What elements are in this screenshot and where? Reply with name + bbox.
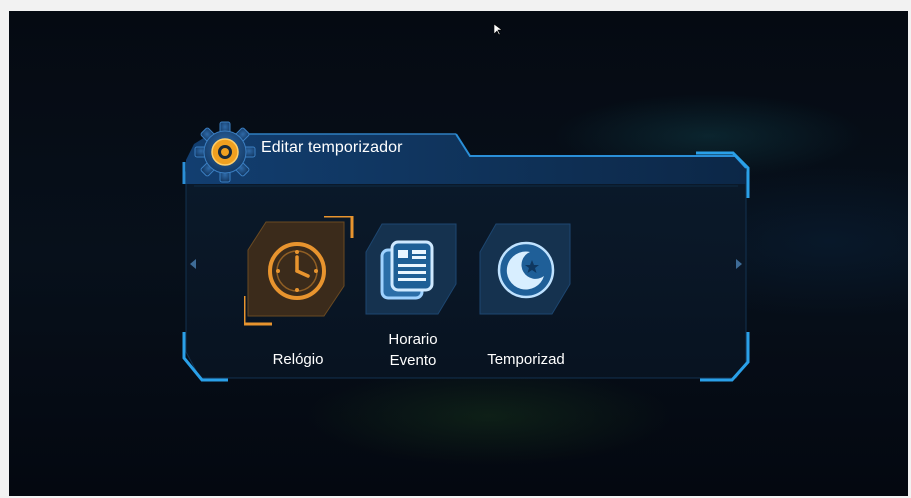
- menu-item-clock[interactable]: [244, 216, 354, 326]
- settings-gear-icon: [194, 121, 256, 183]
- mouse-cursor-icon: [494, 24, 502, 36]
- label-line-1: Horario: [388, 331, 438, 348]
- news-icon: [380, 240, 434, 300]
- label-line-2: Evento: [389, 352, 437, 369]
- menu-item-clock-label: Relógio: [272, 351, 324, 368]
- left-arrow-icon[interactable]: [188, 258, 198, 270]
- dialog-title: Editar temporizador: [261, 139, 403, 156]
- menu-item-event-schedule[interactable]: [364, 222, 474, 322]
- right-arrow-icon[interactable]: [734, 258, 744, 270]
- menu-item-timer-label: Temporizad: [487, 351, 565, 368]
- menu-item-timer[interactable]: [478, 222, 588, 322]
- clock-icon: [268, 242, 326, 300]
- moon-star-icon: [497, 241, 555, 299]
- menu-item-event-schedule-label: Horario Evento: [364, 329, 462, 371]
